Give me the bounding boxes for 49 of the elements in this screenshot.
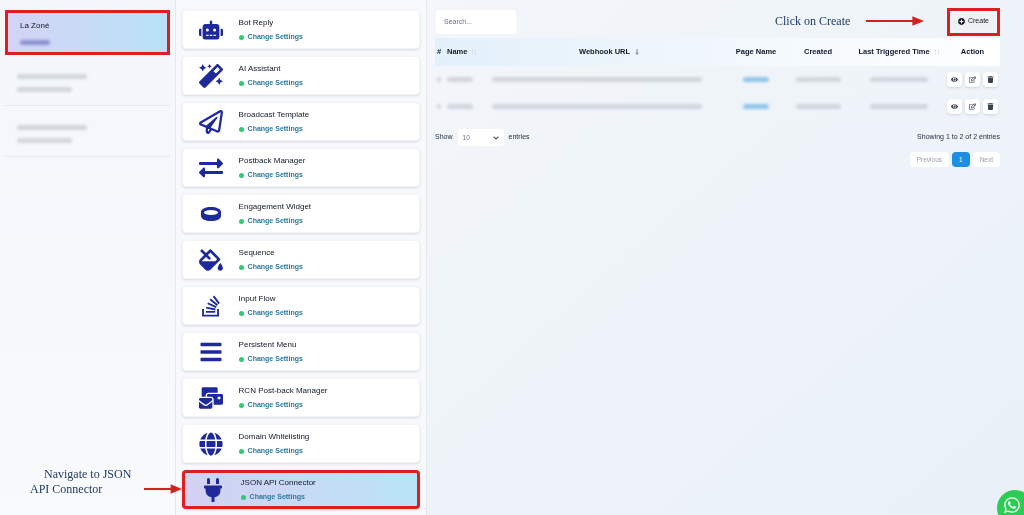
paint-bucket-icon — [198, 247, 223, 272]
blurred-text — [447, 103, 473, 109]
blurred-text — [17, 74, 87, 79]
paper-plane-icon — [198, 109, 223, 134]
blurred-text — [447, 76, 473, 82]
annotation-text: Click on Create — [775, 13, 851, 30]
chevron-down-icon — [492, 134, 499, 141]
blurred-text — [20, 40, 50, 45]
sort-icon[interactable] — [634, 49, 641, 55]
delete-button[interactable] — [983, 71, 998, 87]
plus-icon — [958, 18, 965, 25]
edit-icon — [969, 102, 976, 110]
trash-icon — [987, 75, 994, 83]
feature-title: Postback Manager — [238, 154, 306, 167]
delete-button[interactable] — [983, 98, 998, 114]
eye-icon — [951, 102, 958, 110]
feature-title: Broadcast Template — [238, 108, 310, 121]
eye-icon — [951, 75, 958, 83]
page-item[interactable]: La Zoné — [5, 10, 170, 55]
blurred-text — [870, 76, 928, 82]
feature-title: Input Flow — [238, 292, 277, 305]
view-button[interactable] — [947, 98, 962, 114]
annotation-arrow — [866, 16, 925, 26]
feature-title: JSON API Connector — [240, 476, 316, 489]
feature-title: Persistent Menu — [238, 338, 298, 351]
blurred-text — [743, 76, 769, 82]
annotation-text: Navigate to JSON API Connector — [30, 467, 133, 497]
whatsapp-icon — [1003, 496, 1021, 514]
feature-title: RCN Post-back Manager — [238, 384, 328, 397]
feature-title: Sequence — [238, 246, 276, 259]
blurred-text — [870, 103, 928, 109]
view-button[interactable] — [947, 71, 962, 87]
magic-wand-icon — [198, 63, 223, 88]
blurred-text — [795, 103, 841, 109]
edit-icon — [969, 75, 976, 83]
feature-title: Bot Reply — [238, 16, 275, 29]
globe-icon — [198, 431, 223, 456]
blurred-text — [795, 76, 841, 82]
feature-title: Domain Whitelisting — [238, 430, 310, 443]
page-name: La Zoné — [20, 20, 51, 32]
blurred-text — [743, 103, 769, 109]
blurred-text — [17, 138, 72, 143]
mail-icon — [198, 385, 223, 410]
blurred-text — [17, 125, 87, 130]
trash-icon — [987, 102, 994, 110]
blurred-text — [17, 87, 72, 92]
annotation-arrow — [144, 484, 182, 494]
feature-title: Engagement Widget — [238, 200, 312, 213]
feature-title: AI Assistant — [238, 62, 282, 75]
